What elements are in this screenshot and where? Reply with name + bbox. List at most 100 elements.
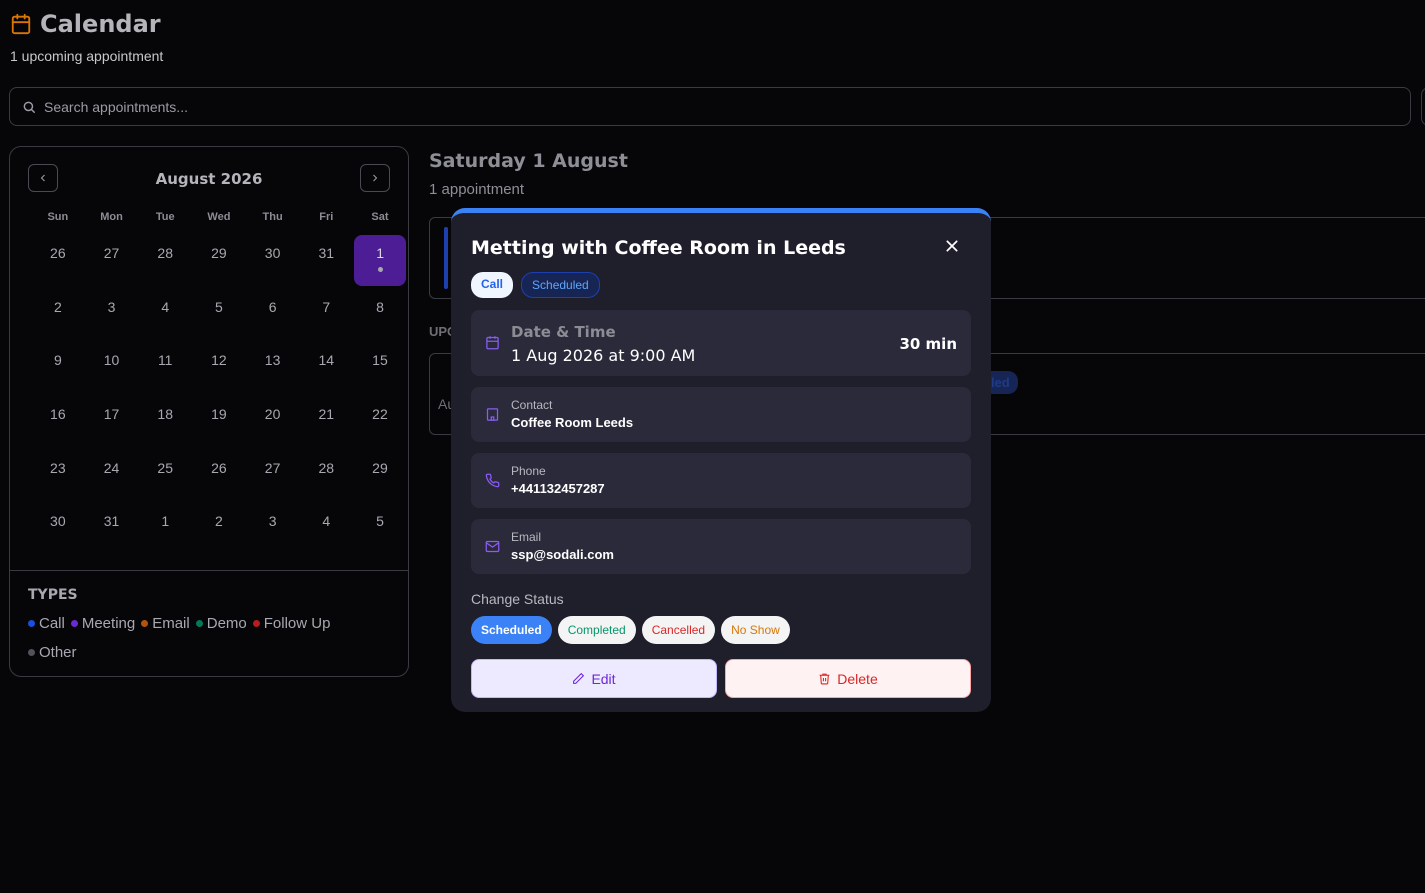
calendar-day[interactable]: 4 bbox=[299, 503, 353, 557]
calendar-day[interactable]: 8 bbox=[353, 289, 407, 343]
duration-value: 30 min bbox=[899, 335, 957, 353]
calendar-day[interactable]: 2 bbox=[31, 289, 85, 343]
calendar-day[interactable]: 1 bbox=[354, 235, 407, 286]
type-legend-item: Meeting bbox=[70, 615, 135, 632]
calendar-day[interactable]: 22 bbox=[353, 396, 407, 450]
type-label: Follow Up bbox=[263, 615, 331, 632]
calendar-day[interactable]: 26 bbox=[192, 450, 246, 504]
calendar-day[interactable]: 28 bbox=[138, 235, 192, 289]
day-number: 12 bbox=[211, 352, 227, 369]
search-icon bbox=[23, 101, 35, 113]
type-legend-item: Other bbox=[28, 644, 77, 661]
day-number: 28 bbox=[318, 459, 335, 476]
day-number: 23 bbox=[50, 459, 66, 476]
type-color-dot bbox=[70, 620, 78, 627]
day-number: 7 bbox=[322, 298, 331, 315]
calendar-day[interactable]: 6 bbox=[246, 289, 300, 343]
calendar-day[interactable]: 13 bbox=[246, 342, 300, 396]
day-number: 5 bbox=[215, 298, 223, 315]
calendar-day[interactable]: 20 bbox=[246, 396, 300, 450]
day-number: 14 bbox=[318, 352, 335, 369]
calendar-day[interactable]: 29 bbox=[353, 450, 407, 504]
day-number: 15 bbox=[372, 352, 388, 369]
calendar-day[interactable]: 15 bbox=[353, 342, 407, 396]
status-no-show-button[interactable]: No Show bbox=[721, 616, 790, 644]
edit-button[interactable]: Edit bbox=[471, 659, 717, 698]
appointment-modal: Metting with Coffee Room in Leeds Call S… bbox=[451, 208, 991, 712]
status-badge: Scheduled bbox=[521, 272, 600, 298]
type-color-dot bbox=[28, 620, 35, 627]
status-cancelled-button[interactable]: Cancelled bbox=[641, 616, 716, 644]
calendar-day[interactable]: 4 bbox=[138, 289, 192, 343]
email-label: Email bbox=[511, 530, 542, 544]
type-color-dot bbox=[141, 620, 149, 627]
day-number: 21 bbox=[318, 406, 335, 423]
calendar-day[interactable]: 31 bbox=[299, 235, 353, 289]
contact-value[interactable]: Coffee Room Leeds bbox=[511, 415, 633, 430]
day-number: 1 bbox=[376, 245, 385, 261]
day-number: 20 bbox=[264, 406, 281, 423]
status-completed-button[interactable]: Completed bbox=[557, 616, 636, 644]
change-status-label: Change Status bbox=[471, 591, 564, 607]
type-label: Other bbox=[39, 644, 77, 661]
search-bar[interactable] bbox=[9, 87, 1411, 126]
next-month-button[interactable] bbox=[360, 164, 390, 192]
day-view-title: Saturday 1 August bbox=[429, 150, 628, 172]
calendar-day[interactable]: 24 bbox=[85, 450, 139, 504]
types-heading: TYPES bbox=[28, 587, 78, 603]
calendar-day[interactable]: 29 bbox=[192, 235, 246, 289]
calendar-day[interactable]: 30 bbox=[246, 235, 300, 289]
calendar-day[interactable]: 2 bbox=[192, 503, 246, 557]
datetime-panel: Date & Time 1 Aug 2026 at 9:00 AM 30 min bbox=[471, 310, 971, 376]
calendar-day[interactable]: 7 bbox=[299, 289, 353, 343]
calendar-day[interactable]: 1 bbox=[138, 503, 192, 557]
calendar-day[interactable]: 5 bbox=[192, 289, 246, 343]
calendar-day[interactable]: 10 bbox=[85, 342, 139, 396]
calendar-day[interactable]: 21 bbox=[299, 396, 353, 450]
calendar-day[interactable]: 26 bbox=[31, 235, 85, 289]
type-legend-item: Email bbox=[141, 615, 190, 632]
calendar-day[interactable]: 19 bbox=[192, 396, 246, 450]
close-button[interactable] bbox=[945, 239, 959, 258]
calendar-day[interactable]: 25 bbox=[138, 450, 192, 504]
calendar-icon bbox=[11, 13, 31, 35]
weekday-label: Sun bbox=[47, 211, 69, 223]
calendar-day[interactable]: 14 bbox=[299, 342, 353, 396]
search-input[interactable] bbox=[44, 98, 1344, 115]
calendar-day[interactable]: 16 bbox=[31, 396, 85, 450]
email-panel: Email ssp@sodali.com bbox=[471, 519, 971, 574]
weekday-label: Fri bbox=[319, 211, 334, 223]
calendar-day[interactable]: 12 bbox=[192, 342, 246, 396]
month-label: August 2026 bbox=[155, 170, 263, 188]
day-number: 28 bbox=[157, 245, 173, 261]
chevron-right-icon bbox=[373, 174, 378, 182]
phone-icon bbox=[485, 473, 500, 488]
status-scheduled-button[interactable]: Scheduled bbox=[471, 616, 552, 644]
filter-button[interactable] bbox=[1421, 87, 1425, 126]
day-number: 13 bbox=[264, 352, 281, 369]
delete-button[interactable]: Delete bbox=[725, 659, 971, 698]
calendar-day[interactable]: 28 bbox=[299, 450, 353, 504]
weekday-label: Sat bbox=[371, 211, 389, 223]
phone-value[interactable]: +441132457287 bbox=[511, 481, 605, 496]
modal-title: Metting with Coffee Room in Leeds bbox=[471, 237, 846, 259]
calendar-day[interactable]: 18 bbox=[138, 396, 192, 450]
calendar-day[interactable]: 31 bbox=[85, 503, 139, 557]
day-number: 2 bbox=[215, 513, 223, 530]
calendar-day[interactable]: 5 bbox=[353, 503, 407, 557]
calendar-day[interactable]: 3 bbox=[85, 289, 139, 343]
calendar-day[interactable]: 30 bbox=[31, 503, 85, 557]
email-value[interactable]: ssp@sodali.com bbox=[511, 547, 614, 562]
contact-label: Contact bbox=[511, 398, 553, 412]
day-number: 18 bbox=[157, 406, 173, 423]
calendar-icon bbox=[486, 336, 499, 350]
day-number: 4 bbox=[322, 513, 331, 530]
calendar-day[interactable]: 17 bbox=[85, 396, 139, 450]
calendar-day[interactable]: 3 bbox=[246, 503, 300, 557]
calendar-day[interactable]: 11 bbox=[138, 342, 192, 396]
calendar-day[interactable]: 27 bbox=[85, 235, 139, 289]
datetime-value: 1 Aug 2026 at 9:00 AM bbox=[511, 346, 696, 365]
calendar-day[interactable]: 27 bbox=[246, 450, 300, 504]
calendar-day[interactable]: 9 bbox=[31, 342, 85, 396]
calendar-day[interactable]: 23 bbox=[31, 450, 85, 504]
